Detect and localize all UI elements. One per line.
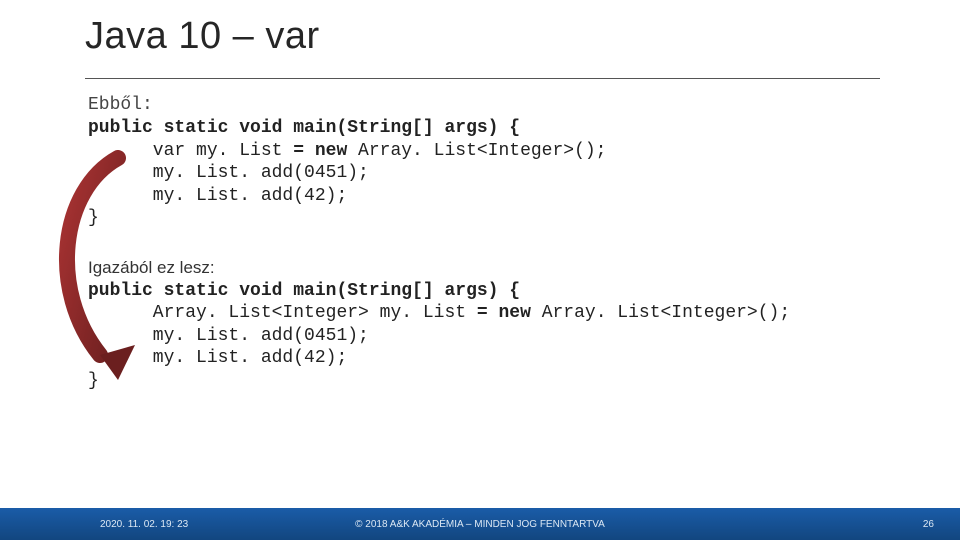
code-text: Array. List<Integer> my. List	[88, 303, 477, 323]
block2-label: Igazából ez lesz:	[88, 258, 910, 278]
code-text: my. List. add(0451);	[88, 326, 369, 346]
slide: Java 10 – var Ebből: public static void …	[0, 0, 960, 540]
title-wrap: Java 10 – var	[85, 15, 900, 58]
code-text: my. List. add(42);	[88, 348, 347, 368]
block1-label: Ebből:	[88, 95, 910, 115]
code-block-1: public static void main(String[] args) {…	[88, 117, 910, 230]
slide-title: Java 10 – var	[85, 15, 900, 58]
code-text: Array. List<Integer>();	[542, 303, 790, 323]
code-text: }	[88, 371, 99, 391]
code-text: Array. List<Integer>();	[358, 141, 606, 161]
kw: public static void	[88, 281, 293, 301]
code-block-2: public static void main(String[] args) {…	[88, 280, 910, 393]
footer-bar: 2020. 11. 02. 19: 23 © 2018 A&K AKADÉMIA…	[0, 508, 960, 540]
code-text: }	[88, 208, 99, 228]
kw: public static void	[88, 118, 293, 138]
code-text: main(String[] args) {	[293, 118, 520, 138]
kw: = new	[293, 141, 358, 161]
content-area: Ebből: public static void main(String[] …	[88, 95, 910, 392]
footer-copyright: © 2018 A&K AKADÉMIA – MINDEN JOG FENNTAR…	[0, 519, 960, 530]
page-number: 26	[923, 519, 934, 530]
code-text: var my. List	[88, 141, 293, 161]
code-text: my. List. add(42);	[88, 186, 347, 206]
code-text: my. List. add(0451);	[88, 163, 369, 183]
title-rule	[85, 78, 880, 79]
code-text: main(String[] args) {	[293, 281, 520, 301]
kw: = new	[477, 303, 542, 323]
